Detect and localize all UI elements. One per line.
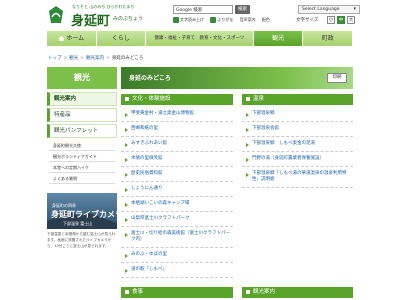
square-bullet-icon <box>246 289 250 294</box>
sidebar-links: 身延町観光大使 観光ボランティアガイド 本堂への定期ハイク よくある質問 <box>49 140 115 184</box>
breadcrumb-current: 身延のみどころ <box>111 56 144 61</box>
search-button[interactable]: 検索 <box>235 5 250 14</box>
nav-health-education[interactable]: 健康・福祉・子育て 教育・文化・スポーツ <box>146 31 254 46</box>
list-item[interactable]: 下部温泉郷 <box>242 107 353 122</box>
accessibility-links: 文字読み上げ ふりがな 音声案内 配色 <box>173 17 275 23</box>
list-item[interactable]: 道の駅「しもべ」 <box>121 263 233 278</box>
square-bullet-icon <box>125 289 129 294</box>
square-bullet-icon <box>246 96 250 101</box>
color-scheme-link[interactable]: 配色 <box>262 17 270 22</box>
list-item[interactable]: みすきぶれあい館 <box>121 137 233 152</box>
print-button[interactable]: 印刷 <box>327 73 347 83</box>
sidebar-item-tourism-guide[interactable]: 観光案内 <box>47 92 117 106</box>
category-culture: 文化・体験施設 甲斐黄金村・湯之奥金山博物館 西嶋和紙の里 みすきぶれあい館 木… <box>121 94 233 278</box>
sidebar-link-faq[interactable]: よくある質問 <box>49 173 115 184</box>
list-item[interactable]: 下部温泉会館 <box>242 122 353 137</box>
list-item[interactable]: みのぶ・ゆばの里 <box>121 248 233 263</box>
list-item[interactable]: 歴史民俗資料館 <box>121 167 233 182</box>
furigana-link[interactable]: ふりがな <box>210 17 233 23</box>
category-heading: 観光案内 <box>242 287 353 298</box>
category-heading: 文化・体験施設 <box>121 94 233 105</box>
sidebar-link-hike[interactable]: 本堂への定期ハイク <box>49 162 115 173</box>
search-input[interactable]: Google 検索 <box>173 5 233 14</box>
camera-banner-sub: 下部温泉 富士山 <box>63 221 93 226</box>
furigana-icon <box>210 17 217 23</box>
speaker-icon <box>173 17 179 23</box>
logo-town-kana: みのぶちょう <box>113 16 144 22</box>
fontsize-label: 文字サイズ <box>296 18 319 23</box>
breadcrumb-tourism[interactable]: 観光 <box>69 56 78 61</box>
camera-description: 下部温泉と本栖湖から望む富士山が見られます。画面に設置されたライブカメラから、1… <box>47 232 116 248</box>
square-bullet-icon <box>125 96 129 101</box>
breadcrumb-top[interactable]: トップ <box>48 56 62 61</box>
category-heading: 食事 <box>121 287 233 298</box>
home-icon <box>58 36 65 41</box>
breadcrumb-tourism-guide[interactable]: 観光案内 <box>86 56 104 61</box>
list-item[interactable]: 門野の湯（身延町農業者保養施設） <box>242 152 353 167</box>
list-item[interactable]: 本栖湖いこいの森キャンプ場 <box>121 197 233 212</box>
page-title: 身延のみどころ <box>129 75 171 82</box>
fontsize-large-button[interactable]: 大 <box>347 16 355 24</box>
town-emblem-icon[interactable] <box>47 5 65 25</box>
category-tourist-info: 観光案内 <box>242 287 353 298</box>
breadcrumb: トップ > 観光 > 観光案内 > 身延のみどころ <box>48 56 144 61</box>
read-aloud-link[interactable]: 文字読み上げ <box>173 17 204 23</box>
list-item[interactable]: 下部温泉郷「しもべ湯の華湯温泉の温泉利用特性」説明板 <box>242 167 353 188</box>
sidebar-heading: 観光 <box>47 67 117 89</box>
list-item[interactable]: 山梨県富士川クラフトパーク <box>121 212 233 227</box>
list-item[interactable]: 木喰の里微笑館 <box>121 152 233 167</box>
logo-town-name[interactable]: 身延町 <box>71 10 110 29</box>
sidebar-item-specialties[interactable]: 特産品 <box>47 108 117 122</box>
fontsize-medium-button[interactable]: 中 <box>337 16 345 24</box>
category-dining: 食事 <box>121 287 233 298</box>
nav-living[interactable]: くらし <box>96 31 147 46</box>
list-item[interactable]: 甲斐黄金村・湯之奥金山博物館 <box>121 107 233 122</box>
nav-home[interactable]: ホーム <box>47 31 97 46</box>
live-camera-banner[interactable]: 身延町の四季 身延町ライブカメラ 下部温泉 富士山 <box>47 193 117 229</box>
chevron-down-icon: ▾ <box>353 6 356 12</box>
sidebar-link-ambassador[interactable]: 身延町観光大使 <box>49 140 115 151</box>
list-item[interactable]: しょうにん通り <box>121 182 233 197</box>
sidebar-item-pamphlet[interactable]: 観光パンフレット <box>47 124 117 138</box>
nav-tourism[interactable]: 観光 <box>253 31 304 46</box>
list-item[interactable]: 下部温泉郷 しもべ奥金の足湯 <box>242 137 353 152</box>
voice-guide-link[interactable]: 音声案内 <box>240 17 256 22</box>
sidebar-link-volunteer-guide[interactable]: 観光ボランティアガイド <box>49 151 115 162</box>
category-hot-springs: 温泉 下部温泉郷 下部温泉会館 下部温泉郷 しもべ奥金の足湯 門野の湯（身延町農… <box>242 94 353 188</box>
page-title-bar: 身延のみどころ 印刷 <box>121 67 353 89</box>
fontsize-small-button[interactable]: 小 <box>327 16 335 24</box>
camera-banner-title: 身延町ライブカメラ <box>51 209 117 219</box>
main-nav: ホーム くらし 健康・福祉・子育て 教育・文化・スポーツ 観光 町政 <box>47 31 353 46</box>
list-item[interactable]: 西嶋和紙の里 <box>121 122 233 137</box>
sidebar-menu: 観光案内 特産品 観光パンフレット <box>47 92 117 140</box>
nav-town-admin[interactable]: 町政 <box>303 31 353 46</box>
list-item[interactable]: 富士川・切り絵の森美術館（富士川クラフトパーク内） <box>121 227 233 248</box>
category-heading: 温泉 <box>242 94 353 105</box>
site-header: なりそと 山のみち ひらかれたまち 身延町 みのぶちょう Google 検索 検… <box>0 0 400 30</box>
language-select[interactable]: Select Language ▾ <box>298 5 360 14</box>
